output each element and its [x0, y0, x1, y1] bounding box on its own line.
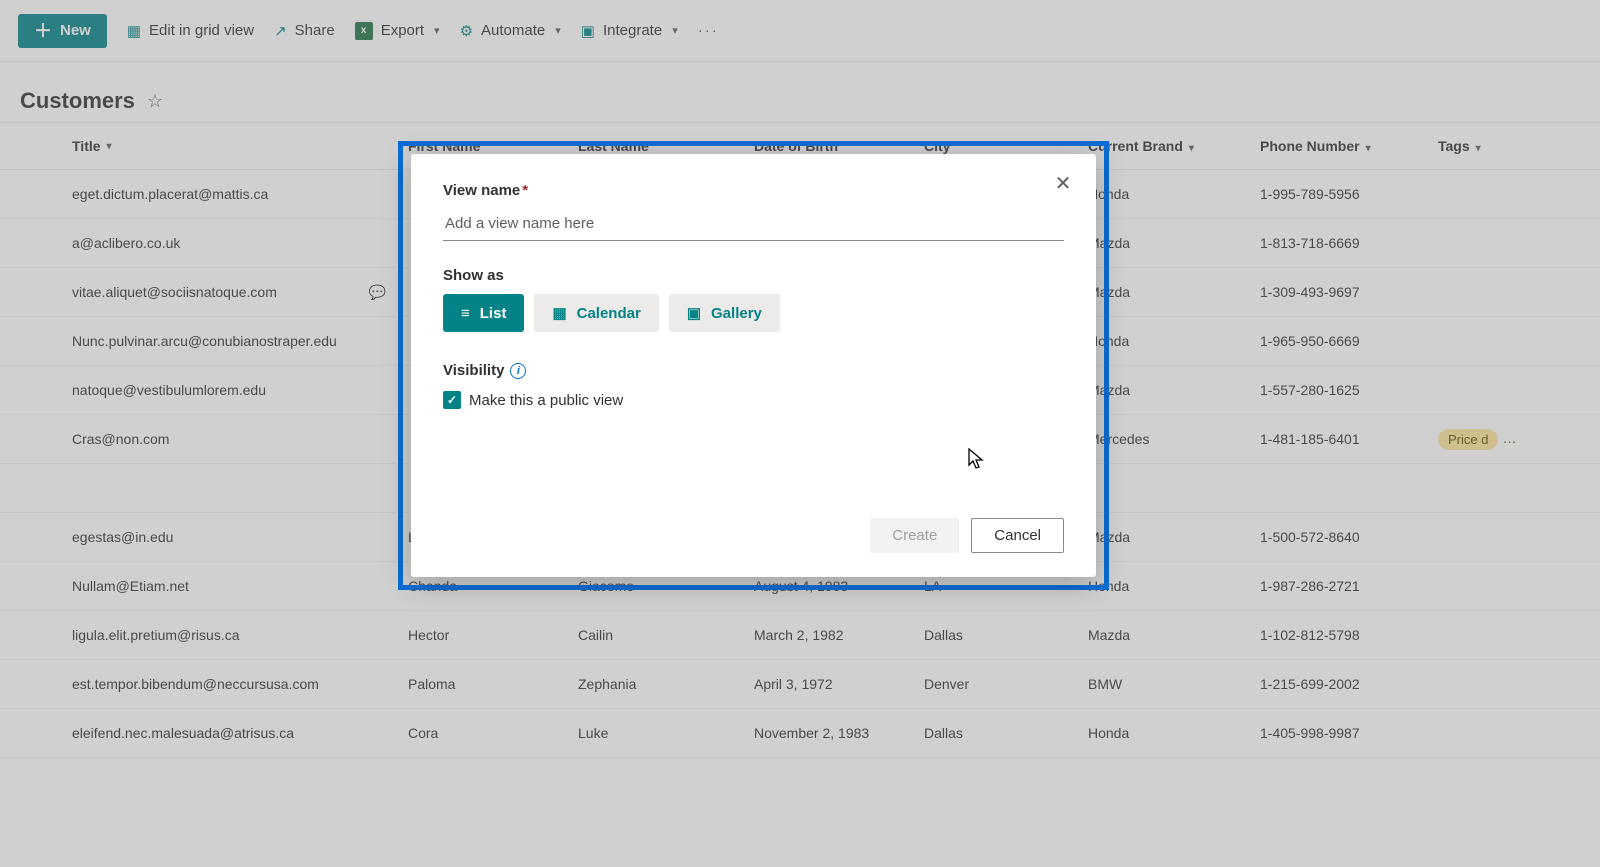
option-gallery[interactable]: ▣ Gallery	[669, 294, 780, 332]
cancel-button[interactable]: Cancel	[971, 518, 1064, 553]
option-label: List	[480, 305, 507, 322]
view-name-input[interactable]	[443, 205, 1064, 241]
list-icon: ≡	[461, 305, 470, 322]
label-text: Visibility	[443, 362, 504, 379]
option-label: Gallery	[711, 305, 762, 322]
dialog-highlight-frame: ✕ View name* Show as ≡ List ▦ Calendar ▣…	[398, 141, 1109, 590]
option-calendar[interactable]: ▦ Calendar	[534, 294, 658, 332]
close-button[interactable]: ✕	[1048, 168, 1078, 198]
show-as-options: ≡ List ▦ Calendar ▣ Gallery	[443, 294, 1064, 332]
public-checkbox[interactable]: ✓	[443, 391, 461, 409]
create-view-dialog: ✕ View name* Show as ≡ List ▦ Calendar ▣…	[411, 154, 1096, 577]
option-list[interactable]: ≡ List	[443, 294, 524, 332]
required-asterisk: *	[522, 182, 528, 199]
label-text: View name	[443, 182, 520, 199]
gallery-icon: ▣	[687, 304, 701, 322]
view-name-label: View name*	[443, 182, 1064, 199]
calendar-icon: ▦	[552, 304, 566, 322]
visibility-label: Visibility i	[443, 362, 1064, 379]
option-label: Calendar	[577, 305, 641, 322]
create-button[interactable]: Create	[870, 518, 959, 553]
dialog-actions: Create Cancel	[870, 518, 1064, 553]
close-icon: ✕	[1055, 173, 1072, 195]
public-label: Make this a public view	[469, 392, 623, 409]
show-as-label: Show as	[443, 267, 1064, 284]
info-icon[interactable]: i	[510, 363, 526, 379]
public-view-row: ✓ Make this a public view	[443, 391, 1064, 409]
